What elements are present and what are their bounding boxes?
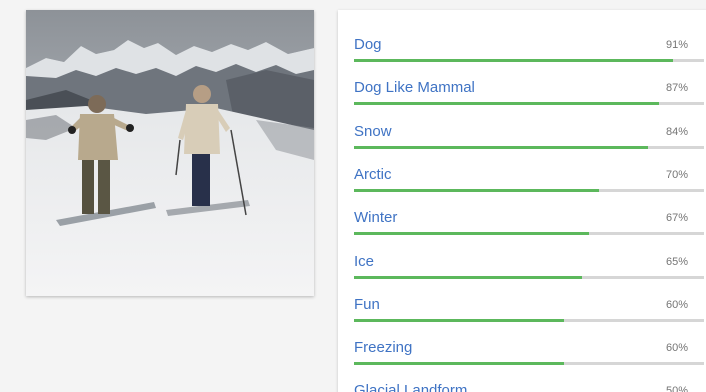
label-percent: 65%: [665, 255, 688, 268]
label-percent: 50%: [665, 385, 688, 392]
label-percent: 60%: [665, 342, 688, 355]
label-name[interactable]: Glacial Landform: [354, 382, 467, 392]
label-name[interactable]: Dog: [354, 36, 382, 54]
label-row: Fun 60%: [354, 270, 704, 322]
label-percent: 60%: [665, 298, 688, 311]
label-row: Dog Like Mammal 87%: [354, 53, 704, 106]
label-percent: 84%: [665, 125, 688, 138]
label-row: Dog 91%: [354, 10, 704, 62]
label-percent: 70%: [665, 168, 688, 181]
label-name[interactable]: Winter: [354, 209, 397, 227]
label-name[interactable]: Dog Like Mammal: [354, 79, 475, 97]
page: Dog 91% Dog Like Mammal 87% Snow 84% Arctic 70%…: [0, 0, 706, 392]
label-row: Winter 67%: [354, 183, 704, 236]
label-name[interactable]: Ice: [354, 253, 374, 271]
label-name[interactable]: Freezing: [354, 339, 412, 357]
snow-mountain-photo: [26, 10, 314, 296]
label-row: Freezing 60%: [354, 313, 704, 366]
label-name[interactable]: Snow: [354, 123, 392, 141]
label-percent: 67%: [665, 212, 688, 225]
label-row: Ice 65%: [354, 227, 704, 279]
label-percent: 87%: [665, 82, 688, 95]
label-row: Glacial Landform 50%: [354, 356, 704, 392]
label-name[interactable]: Fun: [354, 296, 380, 314]
analyzed-photo: [26, 10, 314, 296]
label-row: Arctic 70%: [354, 140, 704, 192]
label-percent: 91%: [665, 39, 688, 51]
label-row: Snow 84%: [354, 97, 704, 149]
label-name[interactable]: Arctic: [354, 166, 392, 184]
label-detection-card: Dog 91% Dog Like Mammal 87% Snow 84% Arctic 70%…: [338, 10, 706, 392]
